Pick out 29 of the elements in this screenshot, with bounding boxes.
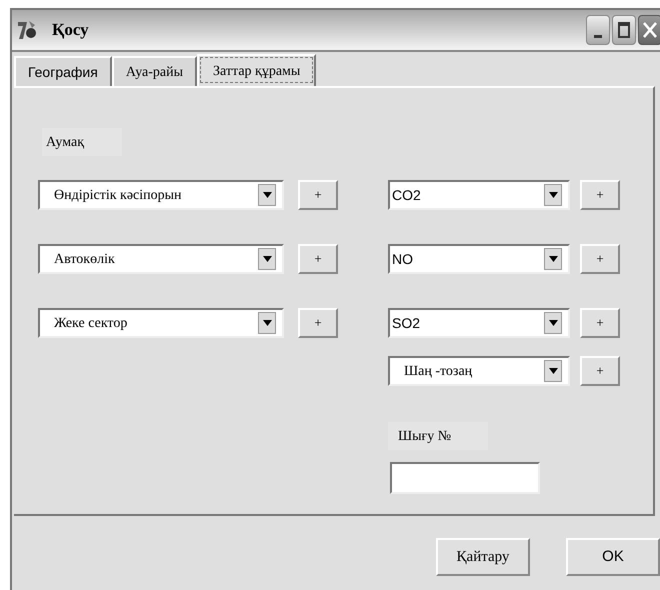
tab[interactable]: География xyxy=(14,56,112,86)
dropdown-value: Жеке сектор xyxy=(53,314,128,332)
tab[interactable]: Заттар құрамы xyxy=(197,54,316,86)
output-label: Шығу № xyxy=(388,422,488,450)
add-button[interactable]: + xyxy=(298,308,338,338)
return-button[interactable]: Қайтару xyxy=(436,538,530,576)
dropdown-value: Шаң -тозаң xyxy=(403,362,474,380)
dropdown-value: NO xyxy=(391,250,414,268)
window-title: Қосу xyxy=(52,19,89,42)
dropdown[interactable]: Жеке сектор xyxy=(38,308,284,338)
dropdown-value: Өндірістік кәсіпорын xyxy=(53,186,183,204)
add-button[interactable]: + xyxy=(580,356,620,386)
dropdown-value: CO2 xyxy=(391,186,422,204)
dropdown-value: SO2 xyxy=(391,314,422,332)
tab[interactable]: Ауа-райы xyxy=(112,56,198,86)
region-label: Аумақ xyxy=(42,128,122,156)
dropdown[interactable]: CO2 xyxy=(388,180,570,210)
dropdown[interactable]: Өндірістік кәсіпорын xyxy=(38,180,284,210)
dropdown[interactable]: Шаң -тозаң xyxy=(388,356,570,386)
add-button[interactable]: + xyxy=(298,180,338,210)
dropdown[interactable]: SO2 xyxy=(388,308,570,338)
dropdown-value: Автокөлік xyxy=(53,250,116,268)
add-button[interactable]: + xyxy=(580,244,620,274)
dropdown[interactable]: NO xyxy=(388,244,570,274)
add-button[interactable]: + xyxy=(580,308,620,338)
add-button[interactable]: + xyxy=(580,180,620,210)
add-button[interactable]: + xyxy=(298,244,338,274)
dropdown[interactable]: Автокөлік xyxy=(38,244,284,274)
ok-button[interactable]: OK xyxy=(566,538,660,576)
